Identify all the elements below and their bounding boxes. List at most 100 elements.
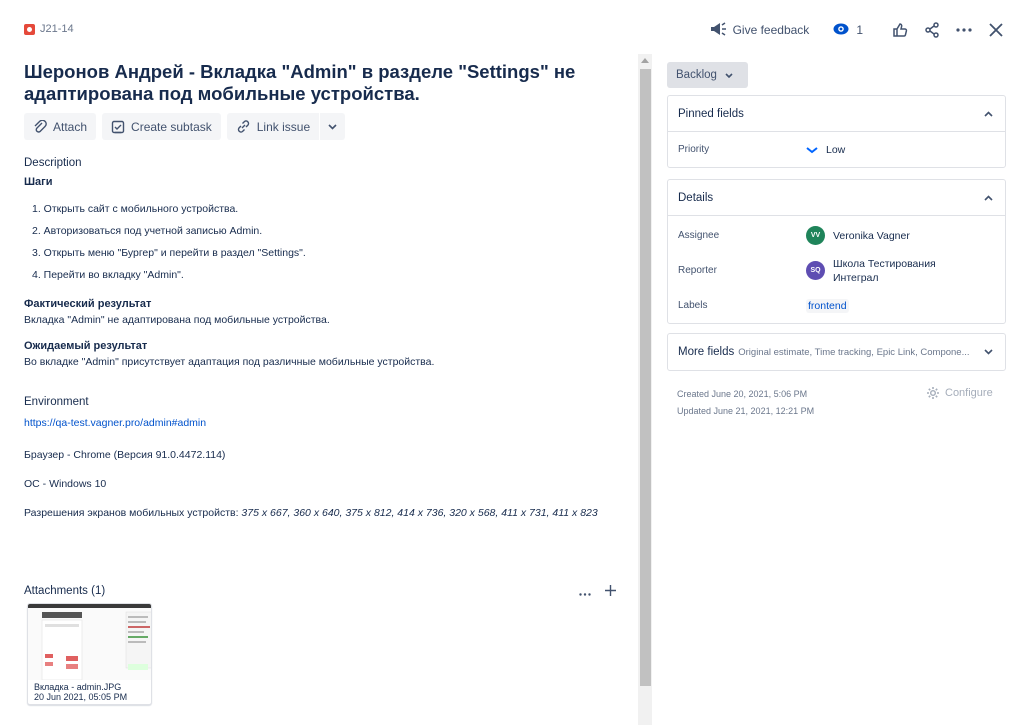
attach-button[interactable]: Attach (24, 113, 97, 140)
plus-icon (605, 585, 616, 596)
pinned-fields-title: Pinned fields (678, 107, 744, 120)
give-feedback-label: Give feedback (732, 23, 810, 37)
close-icon (989, 23, 1003, 37)
actual-result-heading: Фактический результат (24, 298, 152, 310)
chevron-up-icon (984, 110, 993, 117)
label-tag[interactable]: frontend (806, 298, 849, 313)
ellipsis-icon (956, 28, 972, 32)
issue-key[interactable]: J21-14 (40, 23, 74, 35)
chevron-down-icon (725, 72, 733, 78)
link-icon (237, 120, 249, 133)
megaphone-icon (709, 21, 727, 40)
details-header[interactable]: Details (668, 180, 1005, 216)
scrollbar-thumb[interactable] (640, 69, 651, 686)
assignee-name: Veronika Vagner (833, 229, 910, 242)
labels-field[interactable]: Labels frontend (668, 288, 1005, 323)
paperclip-icon (34, 119, 47, 133)
list-item: 1. Открыть сайт с мобильного устройства. (32, 203, 239, 215)
more-fields-header[interactable]: More fields Original estimate, Time trac… (668, 334, 1005, 370)
more-fields-summary: More fields Original estimate, Time trac… (678, 346, 970, 358)
labels-label: Labels (678, 300, 708, 311)
ellipsis-icon (579, 593, 591, 596)
share-icon (925, 22, 939, 38)
steps-list: 1. Открыть сайт с мобильного устройства.… (32, 201, 614, 289)
chevron-down-icon (984, 349, 993, 355)
assignee-field[interactable]: Assignee VV Veronika Vagner (668, 218, 1005, 253)
configure-button[interactable]: Configure (926, 386, 993, 400)
description-body[interactable]: Шаги 1. Открыть сайт с мобильного устрой… (24, 176, 614, 368)
status-dropdown[interactable]: Backlog (667, 62, 748, 88)
eye-icon (833, 23, 849, 38)
reporter-name: Школа Тестирования Интеграл (833, 257, 936, 284)
details-title: Details (678, 191, 714, 204)
attachment-thumbnail (28, 604, 151, 681)
scroll-up-arrow-icon[interactable] (641, 58, 649, 63)
priority-text: Low (826, 143, 846, 156)
attachments-heading: Attachments (1) (24, 585, 106, 597)
priority-label: Priority (678, 144, 710, 155)
close-button[interactable] (985, 19, 1007, 41)
actual-result-text: Вкладка "Admin" не адаптирована под моби… (24, 314, 330, 326)
expected-result-heading: Ожидаемый результат (24, 340, 148, 352)
environment-os: ОС - Windows 10 (24, 478, 107, 490)
details-panel: Details Assignee VV Veronika Vagner Repo… (667, 179, 1006, 324)
attachments-actions (579, 583, 616, 599)
status-label: Backlog (676, 69, 717, 81)
header-actions: Give feedback 1 (709, 18, 1007, 42)
create-subtask-button[interactable]: Create subtask (102, 113, 221, 140)
avatar: VV (806, 226, 825, 245)
resolutions-prefix: Разрешения экранов мобильных устройств: (24, 507, 242, 519)
attachment-file-name: Вкладка - admin.JPG (34, 682, 122, 692)
create-subtask-label: Create subtask (131, 119, 212, 134)
more-toolbar-actions-button[interactable] (320, 113, 346, 140)
issue-main: Шеронов Андрей - Вкладка "Admin" в разде… (24, 58, 614, 522)
link-issue-label: Link issue (256, 119, 311, 134)
issue-dates: Created June 20, 2021, 5:06 PM Updated J… (677, 386, 814, 420)
resolutions-values: 375 x 667, 360 x 640, 375 x 812, 414 x 7… (241, 507, 598, 519)
bug-icon (24, 23, 35, 35)
attachments-more-button[interactable] (579, 583, 591, 599)
attach-label: Attach (53, 119, 88, 134)
issue-toolbar: Attach Create subtask Link issue (24, 113, 614, 140)
reporter-value[interactable]: SQ Школа Тестирования Интеграл (806, 257, 953, 285)
pinned-fields-header[interactable]: Pinned fields (668, 96, 1005, 132)
environment-browser: Браузер - Chrome (Версия 91.0.4472.114) (24, 449, 226, 461)
subtask-icon (111, 120, 125, 133)
assignee-value[interactable]: VV Veronika Vagner (806, 226, 910, 245)
attachments-header: Attachments (1) (24, 583, 616, 599)
attachment-card[interactable]: Вкладка - admin.JPG 20 Jun 2021, 05:05 P… (27, 603, 152, 705)
more-fields-subtitle: Original estimate, Time tracking, Epic L… (738, 346, 970, 358)
give-feedback-button[interactable]: Give feedback (709, 21, 810, 40)
link-issue-button[interactable]: Link issue (226, 113, 320, 140)
list-item: 2. Авторизоваться под учетной записью Ad… (32, 225, 263, 237)
avatar: SQ (806, 261, 825, 280)
chevron-down-icon (328, 123, 337, 130)
expected-result-text: Во вкладке "Admin" присутствует адаптаци… (24, 356, 435, 368)
steps-heading: Шаги (24, 176, 53, 188)
pinned-fields-panel: Pinned fields Priority Low (667, 95, 1006, 168)
more-actions-button[interactable] (953, 19, 975, 41)
description-label: Description (24, 157, 82, 169)
issue-title[interactable]: Шеронов Андрей - Вкладка "Admin" в разде… (24, 61, 614, 105)
add-attachment-button[interactable] (605, 583, 616, 599)
priority-field[interactable]: Priority Low (668, 132, 1005, 167)
priority-low-icon (806, 146, 818, 153)
more-fields-title: More fields (678, 346, 735, 358)
reporter-field[interactable]: Reporter SQ Школа Тестирования Интеграл (668, 253, 1005, 288)
share-button[interactable] (921, 19, 943, 41)
list-item: 4. Перейти во вкладку "Admin". (32, 269, 184, 281)
attachment-date: 20 Jun 2021, 05:05 PM (34, 692, 128, 702)
configure-label: Configure (945, 387, 993, 399)
gear-icon (927, 387, 939, 399)
reporter-label: Reporter (678, 265, 717, 276)
updated-date: Updated June 21, 2021, 12:21 PM (677, 406, 815, 416)
environment-link[interactable]: https://qa-test.vagner.pro/admin#admin (24, 417, 614, 429)
issue-key-breadcrumb[interactable]: J21-14 (24, 23, 74, 35)
link-issue-group: Link issue (226, 113, 346, 140)
chevron-up-icon (984, 194, 993, 201)
watchers-count: 1 (856, 23, 863, 37)
vote-button[interactable] (889, 19, 911, 41)
more-fields-panel[interactable]: More fields Original estimate, Time trac… (667, 333, 1006, 371)
watch-button[interactable]: 1 (833, 23, 863, 38)
priority-value[interactable]: Low (806, 144, 845, 156)
